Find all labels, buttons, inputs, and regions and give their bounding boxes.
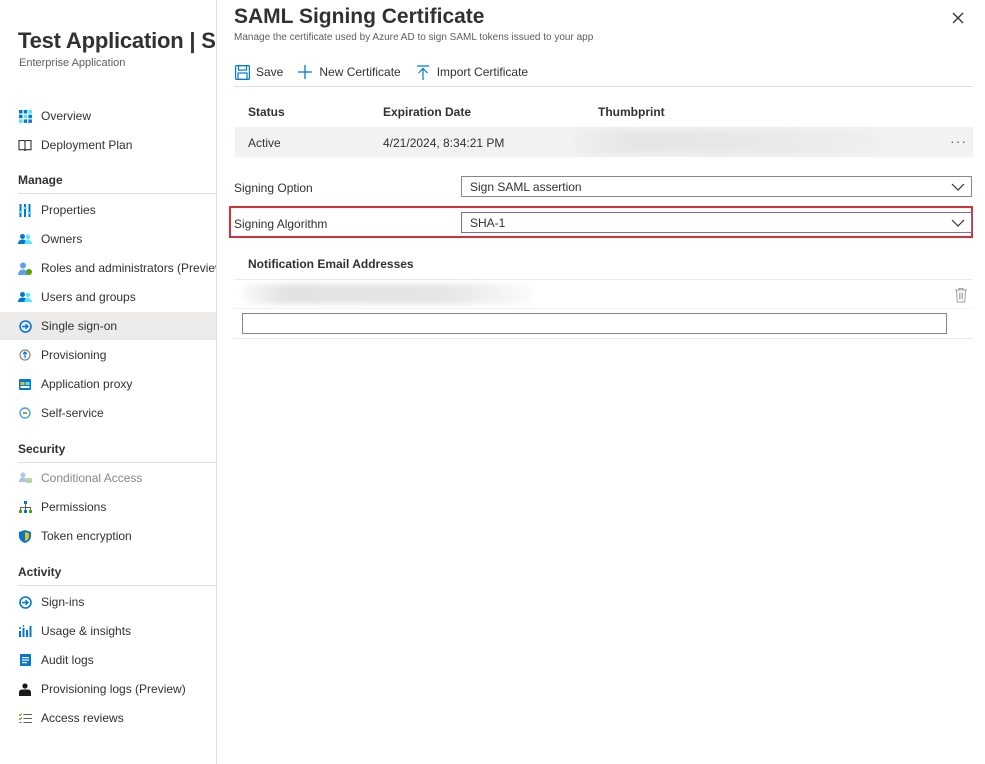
nav-item-single-sign-on[interactable]: Single sign-on (0, 312, 217, 340)
signing-algorithm-label: Signing Algorithm (234, 217, 328, 231)
nav-label: Sign-ins (41, 595, 85, 609)
import-certificate-button[interactable]: Import Certificate (415, 64, 528, 80)
book-icon (18, 138, 32, 152)
upload-icon (415, 64, 431, 80)
nav-label: Usage & insights (41, 624, 132, 638)
app-proxy-icon (18, 377, 32, 391)
nav-item-users-groups[interactable]: Users and groups (0, 283, 217, 311)
signing-option-label: Signing Option (234, 181, 313, 195)
left-blade: Test Application | SAML-based Sign-on En… (0, 0, 217, 764)
toolbar: Save New Certificate Import Certificate (234, 60, 542, 84)
users-groups-icon (18, 290, 32, 304)
nav-item-provisioning-logs[interactable]: Provisioning logs (Preview) (0, 675, 217, 703)
nav-item-deployment-plan[interactable]: Deployment Plan (0, 131, 217, 159)
shield-icon (18, 529, 32, 543)
access-reviews-icon (18, 711, 32, 725)
more-options-icon[interactable]: ··· (950, 133, 967, 149)
plus-icon (297, 64, 313, 80)
nav-item-roles-admins[interactable]: Roles and administrators (Preview) (0, 254, 217, 282)
signing-option-dropdown[interactable]: Sign SAML assertion (461, 176, 972, 197)
toolbar-divider (234, 86, 973, 87)
divider (234, 279, 973, 280)
signing-algorithm-dropdown[interactable]: SHA-1 (461, 212, 972, 233)
import-certificate-label: Import Certificate (436, 65, 529, 79)
new-email-input[interactable] (242, 313, 947, 334)
nav-label: Deployment Plan (41, 138, 133, 152)
nav-item-self-service[interactable]: Self-service (0, 399, 217, 427)
certificate-row[interactable]: Active 4/21/2024, 8:34:21 PM ··· (235, 127, 973, 157)
nav-item-properties[interactable]: Properties (0, 196, 217, 224)
nav-item-overview[interactable]: Overview (0, 102, 217, 130)
sso-icon (18, 319, 32, 333)
nav-label: Access reviews (41, 711, 124, 725)
blade-title: SAML Signing Certificate (234, 5, 485, 28)
audit-logs-icon (18, 653, 32, 667)
chevron-down-icon (951, 180, 965, 194)
nav-item-usage-insights[interactable]: Usage & insights (0, 617, 217, 645)
properties-icon (18, 203, 32, 217)
nav-item-audit-logs[interactable]: Audit logs (0, 646, 217, 674)
new-certificate-button[interactable]: New Certificate (297, 64, 401, 80)
nav-label: Conditional Access (41, 471, 143, 485)
nav-item-token-encryption[interactable]: Token encryption (0, 522, 217, 550)
nav-label: Owners (41, 232, 83, 246)
new-certificate-label: New Certificate (319, 65, 401, 79)
overview-grid-icon (18, 109, 32, 123)
nav-label: Roles and administrators (Preview) (41, 261, 217, 275)
blade-subtitle: Manage the certificate used by Azure AD … (234, 32, 594, 43)
permissions-icon (18, 500, 32, 514)
nav-label: Permissions (41, 500, 107, 514)
nav-item-owners[interactable]: Owners (0, 225, 217, 253)
nav-item-provisioning[interactable]: Provisioning (0, 341, 217, 369)
save-icon (234, 64, 250, 80)
nav-label: Provisioning logs (Preview) (41, 682, 186, 696)
nav-item-access-reviews[interactable]: Access reviews (0, 704, 217, 732)
thumbprint-redacted (575, 130, 875, 154)
notification-email-redacted (243, 284, 533, 304)
nav-label: Properties (41, 203, 96, 217)
trash-icon[interactable] (954, 287, 968, 303)
provisioning-icon (18, 348, 32, 362)
section-security: Security (18, 442, 217, 463)
column-header-status: Status (248, 105, 285, 119)
provisioning-logs-icon (18, 682, 32, 696)
nav-label: Token encryption (41, 529, 132, 543)
nav-label: Single sign-on (41, 319, 118, 333)
nav-label: Audit logs (41, 653, 94, 667)
save-button[interactable]: Save (234, 64, 283, 80)
cert-status: Active (248, 136, 281, 150)
self-service-icon (18, 406, 32, 420)
nav-label: Overview (41, 109, 92, 123)
app-title: Test Application | SAML-based Sign-on (18, 28, 217, 53)
nav-item-application-proxy[interactable]: Application proxy (0, 370, 217, 398)
close-icon[interactable] (948, 8, 968, 28)
chevron-down-icon (951, 216, 965, 230)
divider (234, 338, 973, 339)
column-header-thumbprint: Thumbprint (598, 105, 665, 119)
owners-icon (18, 232, 32, 246)
nav-label: Provisioning (41, 348, 107, 362)
roles-icon (18, 261, 32, 275)
nav-label: Self-service (41, 406, 104, 420)
saml-signing-certificate-blade: SAML Signing Certificate Manage the cert… (217, 0, 985, 764)
sign-ins-icon (18, 595, 32, 609)
signing-option-value: Sign SAML assertion (470, 179, 582, 194)
nav-label: Application proxy (41, 377, 133, 391)
save-label: Save (256, 65, 284, 79)
notification-email-header: Notification Email Addresses (248, 257, 414, 271)
section-activity: Activity (18, 565, 217, 586)
nav-item-sign-ins[interactable]: Sign-ins (0, 588, 217, 616)
column-header-expiration-date: Expiration Date (383, 105, 472, 119)
nav-label: Users and groups (41, 290, 136, 304)
conditional-access-icon (18, 471, 32, 485)
signing-algorithm-value: SHA-1 (470, 215, 506, 230)
app-subtitle: Enterprise Application (19, 57, 126, 69)
section-manage: Manage (18, 173, 217, 194)
nav-item-permissions[interactable]: Permissions (0, 493, 217, 521)
divider (234, 308, 973, 309)
usage-chart-icon (18, 624, 32, 638)
nav-item-conditional-access[interactable]: Conditional Access (0, 464, 217, 492)
cert-expiration-date: 4/21/2024, 8:34:21 PM (383, 136, 505, 150)
